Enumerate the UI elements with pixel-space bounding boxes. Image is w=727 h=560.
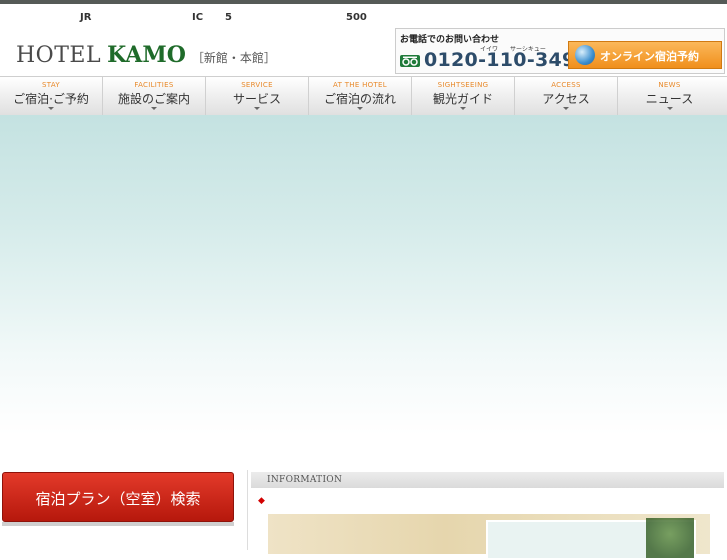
nav-label: 観光ガイド [432,92,493,106]
chevron-down-icon [48,107,54,110]
tagline-ic: IC [192,12,204,23]
information-panel: INFORMATION ◆ [247,470,724,560]
phone-number[interactable]: 0120-110-349 [424,49,576,71]
nav-label: 施設のご案内 [117,92,190,106]
information-title: INFORMATION [267,475,343,485]
information-header: INFORMATION [251,472,724,488]
nav-en: ACCESS [551,81,581,89]
nav-label: ご宿泊の流れ [323,92,396,106]
nav-en: NEWS [658,81,681,89]
diamond-bullet-icon: ◆ [258,496,265,506]
search-button-shadow [2,522,234,526]
nav-label: サービス [232,92,281,106]
nav-item-stay[interactable]: STAY ご宿泊·ご予約 [0,77,103,115]
hero-image [0,115,727,355]
nav-item-access[interactable]: ACCESS アクセス [515,77,618,115]
nav-item-at-the-hotel[interactable]: AT THE HOTEL ご宿泊の流れ [309,77,412,115]
logo-word-hotel: HOTEL [16,43,102,68]
nav-en: SERVICE [241,81,273,89]
nav-label: ご宿泊·ご予約 [13,92,89,106]
tree-image [646,518,694,558]
chevron-down-icon [666,107,673,110]
nav-item-sightseeing[interactable]: SIGHTSEEING 観光ガイド [412,77,515,115]
logo-word-kamo: KAMO [107,42,186,68]
freedial-icon [400,55,420,67]
chevron-down-icon [151,107,157,110]
nav-label: アクセス [542,92,590,106]
chevron-down-icon [563,107,569,110]
chevron-down-icon [357,107,363,110]
tagline-500: 500 [346,12,367,23]
nav-en: SIGHTSEEING [437,81,489,89]
hotel-logo[interactable]: HOTEL KAMO ［新館・本館］ [16,42,276,68]
nav-en: AT THE HOTEL [333,81,387,89]
chevron-down-icon [460,107,466,110]
online-reservation-label: オンライン宿泊予約 [600,50,699,63]
globe-icon [575,45,595,65]
hero-fade [0,355,727,435]
tagline-five: 5 [225,12,232,23]
nav-item-facilities[interactable]: FACILITIES 施設のご案内 [103,77,206,115]
nav-label: ニュース [645,92,694,106]
plan-search-label: 宿泊プラン（空室）検索 [35,490,201,508]
plan-search-button[interactable]: 宿泊プラン（空室）検索 [2,472,234,522]
logo-subtitle: ［新館・本館］ [191,51,276,65]
chevron-down-icon [254,107,260,110]
information-banner-image[interactable] [268,514,710,560]
main-nav: STAY ご宿泊·ご予約 FACILITIES 施設のご案内 SERVICE サ… [0,76,727,116]
nav-item-news[interactable]: NEWS ニュース [618,77,721,115]
online-reservation-button[interactable]: オンライン宿泊予約 [568,41,722,69]
nav-item-service[interactable]: SERVICE サービス [206,77,309,115]
nav-en: FACILITIES [134,81,174,89]
tagline-jr: JR [80,12,92,23]
top-bar [0,0,727,4]
nav-en: STAY [42,81,60,89]
contact-box: お電話でのお問い合わせ イイワ サーシキュー 0120-110-349 オンライン… [395,28,725,74]
